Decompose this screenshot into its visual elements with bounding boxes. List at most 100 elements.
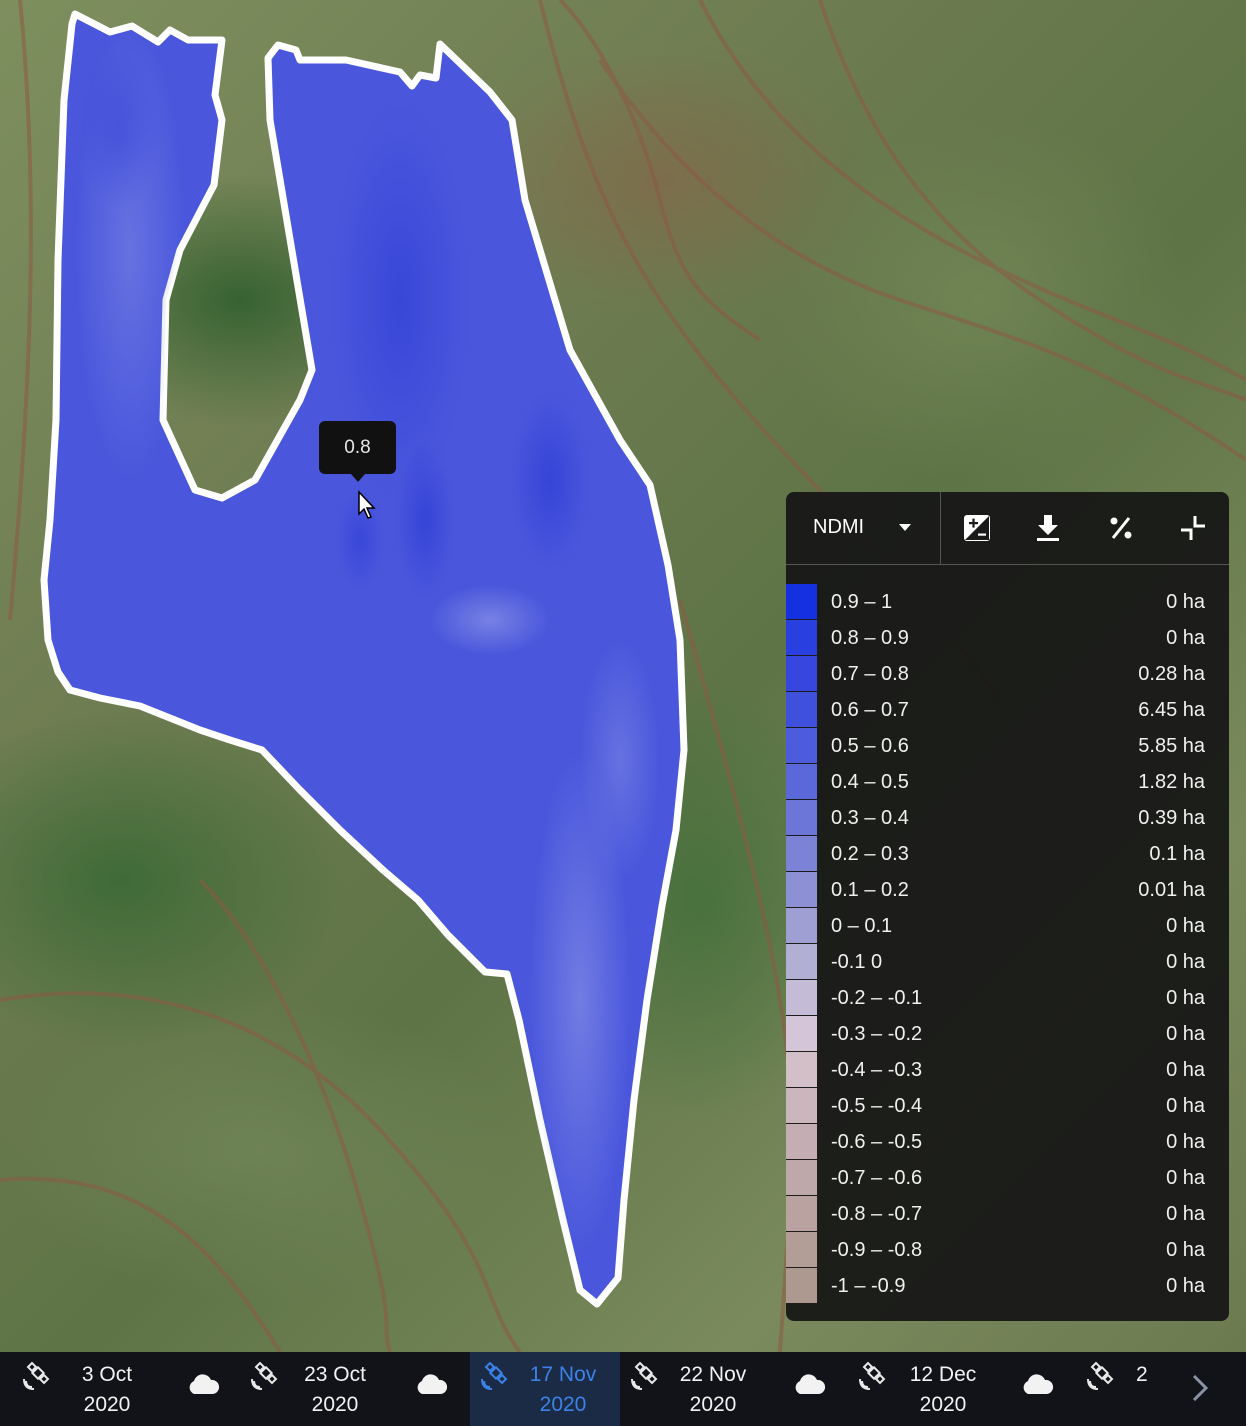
timeline-item-3-oct[interactable]: 3 Oct 2020 [0,1352,160,1426]
legend-area: 0 ha [1166,1275,1205,1297]
legend-range: 0.8 – 0.9 [831,627,909,649]
satellite-icon [859,1361,886,1390]
legend-row: -0.1 0 0 ha [786,944,1229,980]
satellite-icon [251,1361,278,1390]
cloud-icon[interactable] [1020,1372,1054,1396]
value-tooltip: 0.8 [319,421,396,482]
chevron-right-icon[interactable] [1186,1370,1216,1406]
legend-range: 0.7 – 0.8 [831,663,909,685]
timeline-item-23-oct[interactable]: 23 Oct 2020 [236,1352,386,1426]
legend-range: -0.4 – -0.3 [831,1059,923,1081]
legend-range: 0.9 – 1 [831,591,893,613]
percent-toggle-button[interactable] [1099,506,1143,550]
legend-swatch [786,1160,817,1195]
legend-area: 0 ha [1166,627,1205,649]
legend-range: -0.9 – -0.8 [831,1239,923,1261]
legend-swatch [786,692,817,727]
legend-row: -1 – -0.9 0 ha [786,1268,1229,1304]
timeline-item-22-nov[interactable]: 22 Nov 2020 [620,1352,770,1426]
legend-swatch [786,1088,817,1123]
legend-row: 0.6 – 0.7 6.45 ha [786,692,1229,728]
legend-row: -0.8 – -0.7 0 ha [786,1196,1229,1232]
date-timeline: 3 Oct 2020 23 Oct 2020 17 Nov 2020 22 Nov 20… [0,1352,1246,1426]
timeline-date: 12 Dec 2020 [909,1363,977,1416]
legend-area: 0 ha [1166,1059,1205,1081]
legend-range: 0.6 – 0.7 [831,699,909,721]
legend-range: -0.6 – -0.5 [831,1131,923,1153]
legend-swatch [786,1052,817,1087]
timeline-date: 22 Nov 2020 [679,1363,747,1416]
legend-swatch [786,800,817,835]
download-button[interactable] [1026,506,1070,550]
legend-row: -0.4 – -0.3 0 ha [786,1052,1229,1088]
timeline-item-12-dec[interactable]: 12 Dec 2020 [844,1352,1004,1426]
legend-area: 5.85 ha [1138,735,1205,757]
legend-area: 0.1 ha [1149,843,1205,865]
legend-area: 0 ha [1166,1167,1205,1189]
legend-area: 0 ha [1166,1023,1205,1045]
legend-swatch [786,1124,817,1159]
legend-swatch [786,944,817,979]
legend-area: 0 ha [1166,1131,1205,1153]
legend-area: 0 ha [1166,1203,1205,1225]
legend-row: -0.9 – -0.8 0 ha [786,1232,1229,1268]
legend-swatch [786,656,817,691]
legend-swatch [786,980,817,1015]
legend-swatch [786,1232,817,1267]
legend-range: 0.5 – 0.6 [831,735,909,757]
mouse-cursor-icon [358,490,376,519]
legend-row: -0.2 – -0.1 0 ha [786,980,1229,1016]
legend-area: 0.28 ha [1138,663,1205,685]
satellite-icon [631,1361,658,1390]
timeline-item-partial[interactable]: 2 [1072,1352,1150,1426]
legend-row: 0 – 0.1 0 ha [786,908,1229,944]
legend-area: 0 ha [1166,1095,1205,1117]
timeline-date: 3 Oct 2020 [81,1363,133,1416]
legend-area: 1.82 ha [1138,771,1205,793]
legend-range: -0.3 – -0.2 [831,1023,923,1045]
timeline-item-17-nov[interactable]: 17 Nov 2020 [470,1352,620,1426]
legend-list: 0.9 – 1 0 ha 0.8 – 0.9 0 ha 0.7 – 0.8 0.28 ha… [786,584,1229,1304]
legend-swatch [786,620,817,655]
image-adjust-icon [964,515,990,541]
legend-range: -0.8 – -0.7 [831,1203,923,1225]
legend-area: 0.01 ha [1138,879,1205,901]
legend-row: 0.5 – 0.6 5.85 ha [786,728,1229,764]
legend-row: 0.3 – 0.4 0.39 ha [786,800,1229,836]
download-icon [1037,515,1059,541]
timeline-date: 17 Nov 2020 [529,1363,597,1416]
legend-range: -0.7 – -0.6 [831,1167,923,1189]
timeline-date: 2 [1136,1363,1148,1386]
legend-swatch [786,1196,817,1231]
index-select[interactable]: NDMI [786,492,941,564]
legend-range: 0.2 – 0.3 [831,843,909,865]
legend-row: 0.1 – 0.2 0.01 ha [786,872,1229,908]
legend-swatch [786,1268,817,1303]
satellite-icon [481,1361,508,1390]
tooltip-value: 0.8 [344,436,371,458]
legend-range: -0.5 – -0.4 [831,1095,923,1117]
legend-row: -0.6 – -0.5 0 ha [786,1124,1229,1160]
legend-range: -1 – -0.9 [831,1275,906,1297]
cloud-icon[interactable] [792,1372,826,1396]
legend-row: 0.9 – 1 0 ha [786,584,1229,620]
legend-row: 0.7 – 0.8 0.28 ha [786,656,1229,692]
legend-swatch [786,728,817,763]
field-ndmi-layer[interactable] [40,10,688,1308]
collapse-button[interactable] [1171,506,1215,550]
index-select-label: NDMI [813,516,865,538]
timeline-date: 23 Oct 2020 [304,1363,366,1416]
legend-swatch [786,908,817,943]
collapse-icon [1181,516,1205,540]
legend-row: 0.8 – 0.9 0 ha [786,620,1229,656]
legend-range: 0 – 0.1 [831,915,893,937]
cloud-icon[interactable] [186,1372,220,1396]
legend-range: -0.1 0 [831,951,883,973]
legend-panel: NDMI 0.9 – 1 0 ha 0.8 – 0.9 0 ha 0.7 – 0… [786,492,1229,1321]
cloud-icon[interactable] [414,1372,448,1396]
legend-row: -0.5 – -0.4 0 ha [786,1088,1229,1124]
legend-swatch [786,836,817,871]
caret-down-icon [899,524,911,531]
legend-row: -0.7 – -0.6 0 ha [786,1160,1229,1196]
image-adjust-button[interactable] [955,506,999,550]
